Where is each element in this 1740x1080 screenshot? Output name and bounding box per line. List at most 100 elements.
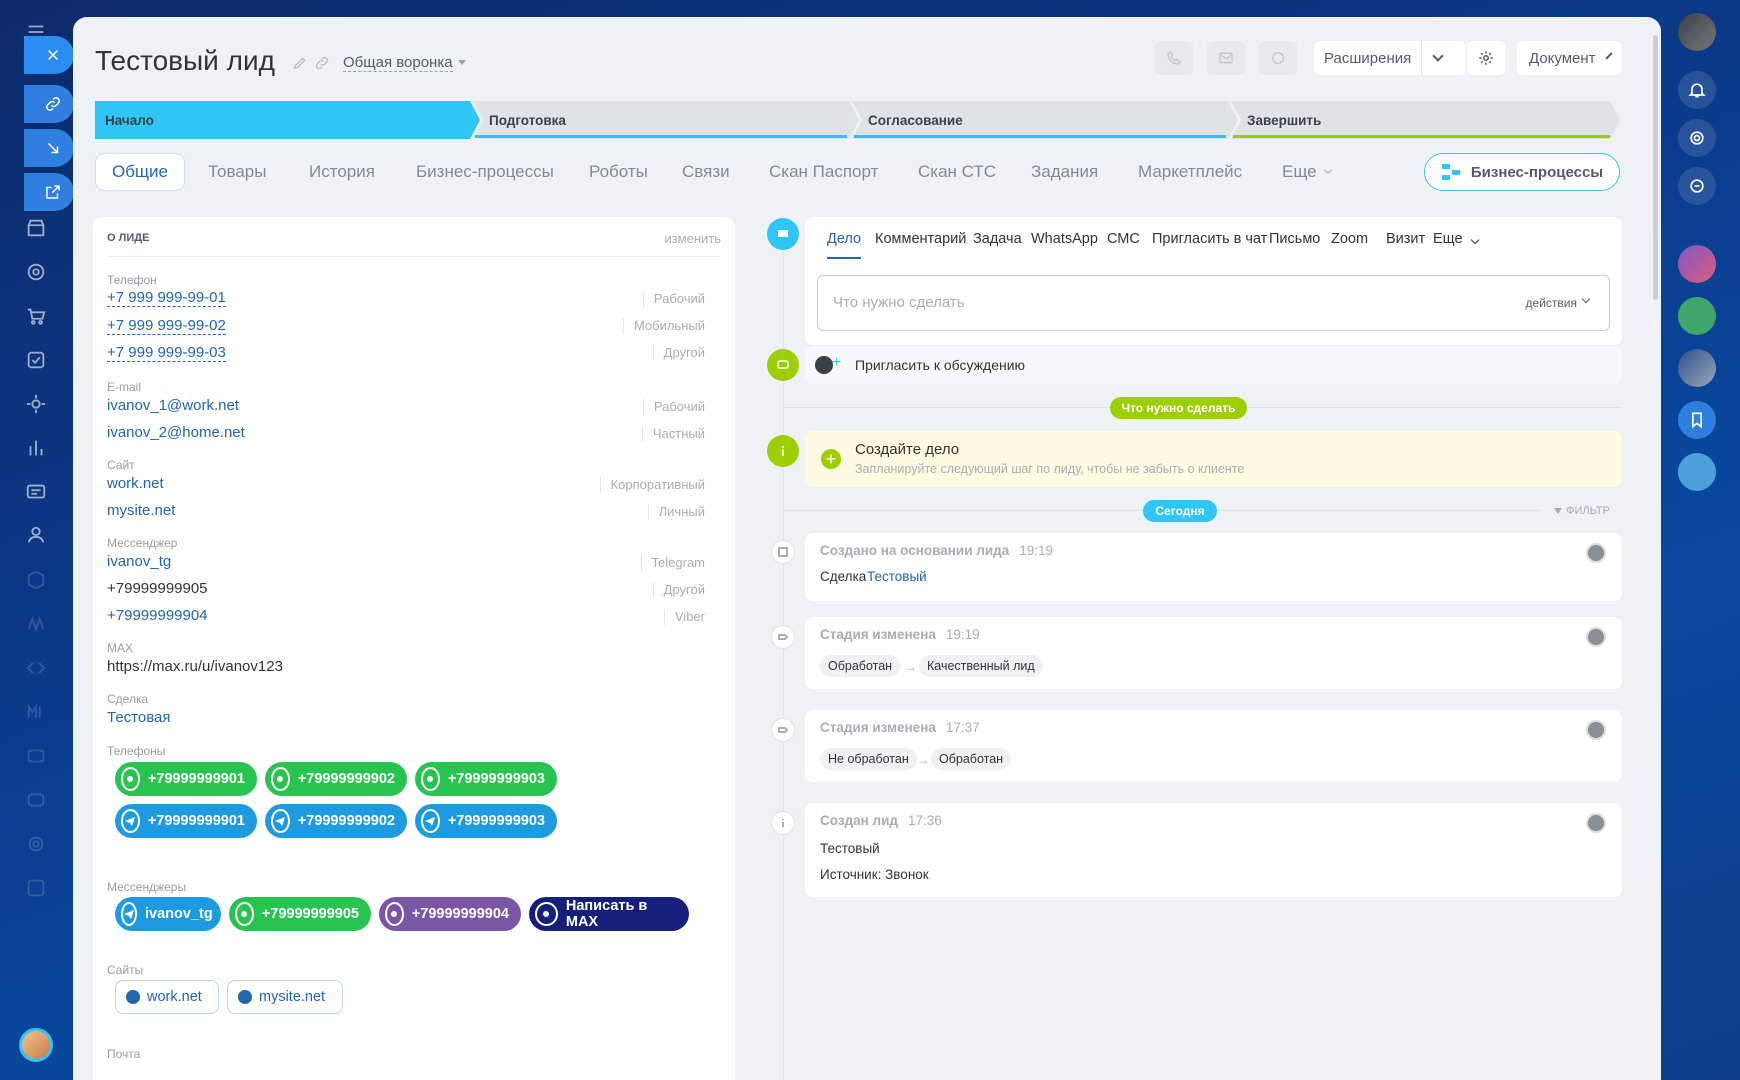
chat-avatar-1[interactable] bbox=[1678, 245, 1716, 283]
site-2[interactable]: mysite.net bbox=[107, 502, 175, 519]
phone-1[interactable]: +7 999 999-99-01 bbox=[107, 289, 226, 307]
tab-general[interactable]: Общие bbox=[95, 153, 185, 191]
sign-icon[interactable] bbox=[23, 611, 49, 637]
chat-avatar-4[interactable] bbox=[1678, 453, 1716, 491]
telegram-messenger-chip[interactable]: ivanov_tg bbox=[115, 897, 221, 931]
actions-dropdown[interactable]: действия bbox=[1526, 296, 1577, 310]
code-icon[interactable] bbox=[23, 655, 49, 681]
site-chip-2[interactable]: mysite.net bbox=[227, 980, 343, 1014]
copilot-icon[interactable] bbox=[1678, 119, 1716, 157]
copy-link-button[interactable] bbox=[24, 85, 74, 123]
contacts-icon[interactable] bbox=[23, 523, 49, 549]
user-avatar[interactable] bbox=[1586, 720, 1606, 740]
viber-messenger-chip[interactable]: +79999999904 bbox=[379, 897, 521, 931]
chat-avatar-3[interactable] bbox=[1678, 349, 1716, 387]
max-messenger-chip[interactable]: Написать в MAX bbox=[529, 897, 689, 931]
scrollbar[interactable] bbox=[1653, 35, 1658, 300]
open-new-window-button[interactable] bbox=[24, 173, 74, 211]
link-icon[interactable] bbox=[314, 55, 330, 71]
stage-preparation[interactable]: Подготовка bbox=[479, 101, 845, 139]
messages-icon[interactable] bbox=[23, 479, 49, 505]
bell-icon[interactable] bbox=[1678, 71, 1716, 109]
document-button[interactable]: Документ bbox=[1517, 41, 1622, 75]
stage-approval[interactable]: Согласование bbox=[858, 101, 1224, 139]
editor-tab-whatsapp[interactable]: WhatsApp bbox=[1031, 231, 1098, 247]
stage-start[interactable]: Начало bbox=[95, 101, 465, 139]
editor-tab-letter[interactable]: Письмо bbox=[1269, 231, 1320, 247]
tab-goods[interactable]: Товары bbox=[208, 153, 266, 191]
wt-icon[interactable] bbox=[23, 743, 49, 769]
user-avatar[interactable] bbox=[19, 1028, 53, 1062]
user-avatar[interactable] bbox=[1586, 627, 1606, 647]
close-slider-button[interactable] bbox=[24, 36, 74, 74]
email-2[interactable]: ivanov_2@home.net bbox=[107, 424, 245, 441]
call-icon[interactable] bbox=[1155, 41, 1193, 75]
phone-3[interactable]: +7 999 999-99-03 bbox=[107, 344, 226, 362]
analytics-icon[interactable] bbox=[23, 435, 49, 461]
deal-link[interactable]: Тестовая bbox=[107, 709, 170, 726]
tab-more[interactable]: Еще bbox=[1282, 153, 1332, 191]
support-icon[interactable] bbox=[1678, 167, 1716, 205]
tab-tasks[interactable]: Задания bbox=[1031, 153, 1098, 191]
bookmark-icon[interactable] bbox=[1678, 401, 1716, 439]
create-task-card[interactable]: + Создайте дело Запланируйте следующий ш… bbox=[805, 431, 1622, 487]
deal-link[interactable]: Тестовый bbox=[867, 569, 927, 584]
edit-section-link[interactable]: изменить bbox=[664, 231, 721, 246]
business-processes-button[interactable]: Бизнес-процессы bbox=[1424, 153, 1620, 191]
editor-tab-visit[interactable]: Визит bbox=[1386, 231, 1425, 247]
edit-title-icon[interactable] bbox=[292, 55, 308, 71]
tab-marketplace[interactable]: Маркетплейс bbox=[1138, 153, 1242, 191]
automation-icon[interactable] bbox=[23, 391, 49, 417]
settings-icon[interactable] bbox=[23, 831, 49, 857]
chat-avatar-2[interactable] bbox=[1678, 297, 1716, 335]
tab-links[interactable]: Связи bbox=[682, 153, 730, 191]
ui-icon[interactable] bbox=[23, 787, 49, 813]
mail-icon[interactable] bbox=[1207, 41, 1245, 75]
telegram-chip-1[interactable]: +79999999901 bbox=[115, 804, 257, 838]
tab-scan-sts[interactable]: Скан СТС bbox=[918, 153, 996, 191]
tasks-icon[interactable] bbox=[23, 347, 49, 373]
mcp-icon[interactable] bbox=[23, 699, 49, 725]
tab-robots[interactable]: Роботы bbox=[589, 153, 648, 191]
site-1[interactable]: work.net bbox=[107, 475, 164, 492]
stage-finish[interactable]: Завершить bbox=[1237, 101, 1603, 139]
tab-business-processes[interactable]: Бизнес-процессы bbox=[416, 153, 554, 191]
funnel-selector[interactable]: Общая воронка bbox=[343, 54, 453, 72]
activity-input[interactable]: Что нужно сделать действия bbox=[817, 275, 1610, 331]
tab-history[interactable]: История bbox=[309, 153, 375, 191]
whatsapp-chip-2[interactable]: +79999999902 bbox=[265, 762, 407, 796]
tab-scan-passport[interactable]: Скан Паспорт bbox=[769, 153, 878, 191]
messenger-3[interactable]: +79999999904 bbox=[107, 607, 208, 624]
telegram-chip-2[interactable]: +79999999902 bbox=[265, 804, 407, 838]
profile-avatar[interactable] bbox=[1678, 13, 1716, 51]
editor-tab-zoom[interactable]: Zoom bbox=[1331, 231, 1368, 247]
messenger-1[interactable]: ivanov_tg bbox=[107, 553, 171, 570]
minimize-button[interactable] bbox=[24, 129, 74, 167]
apps-icon[interactable] bbox=[23, 875, 49, 901]
telegram-chip-3[interactable]: +79999999903 bbox=[415, 804, 557, 838]
editor-tab-task[interactable]: Задача bbox=[973, 231, 1022, 247]
chat-icon[interactable] bbox=[1259, 41, 1297, 75]
event-time: 19:19 bbox=[945, 627, 980, 642]
editor-tab-activity[interactable]: Дело bbox=[827, 231, 862, 259]
whatsapp-chip-1[interactable]: +79999999901 bbox=[115, 762, 257, 796]
phone-2[interactable]: +7 999 999-99-02 bbox=[107, 317, 226, 335]
editor-tab-invite-chat[interactable]: Пригласить в чат bbox=[1152, 231, 1267, 247]
editor-tab-comment[interactable]: Комментарий bbox=[875, 231, 966, 247]
email-1[interactable]: ivanov_1@work.net bbox=[107, 397, 239, 414]
invite-discussion[interactable]: + Пригласить к обсуждению bbox=[805, 346, 1622, 384]
extensions-button[interactable]: Расширения bbox=[1314, 41, 1466, 75]
user-avatar[interactable] bbox=[1586, 813, 1606, 833]
box-icon[interactable] bbox=[23, 567, 49, 593]
whatsapp-messenger-chip[interactable]: +79999999905 bbox=[229, 897, 371, 931]
target-icon[interactable] bbox=[23, 259, 49, 285]
user-avatar[interactable] bbox=[1586, 543, 1606, 563]
site-chip-1[interactable]: work.net bbox=[115, 980, 219, 1014]
editor-tab-more[interactable]: Еще bbox=[1433, 231, 1479, 247]
filter-button[interactable]: фильтр bbox=[1542, 501, 1622, 521]
settings-button[interactable] bbox=[1467, 41, 1505, 75]
editor-tab-sms[interactable]: СМС bbox=[1107, 231, 1140, 247]
whatsapp-chip-3[interactable]: +79999999903 bbox=[415, 762, 557, 796]
cart-icon[interactable] bbox=[23, 303, 49, 329]
store-icon[interactable] bbox=[23, 215, 49, 241]
